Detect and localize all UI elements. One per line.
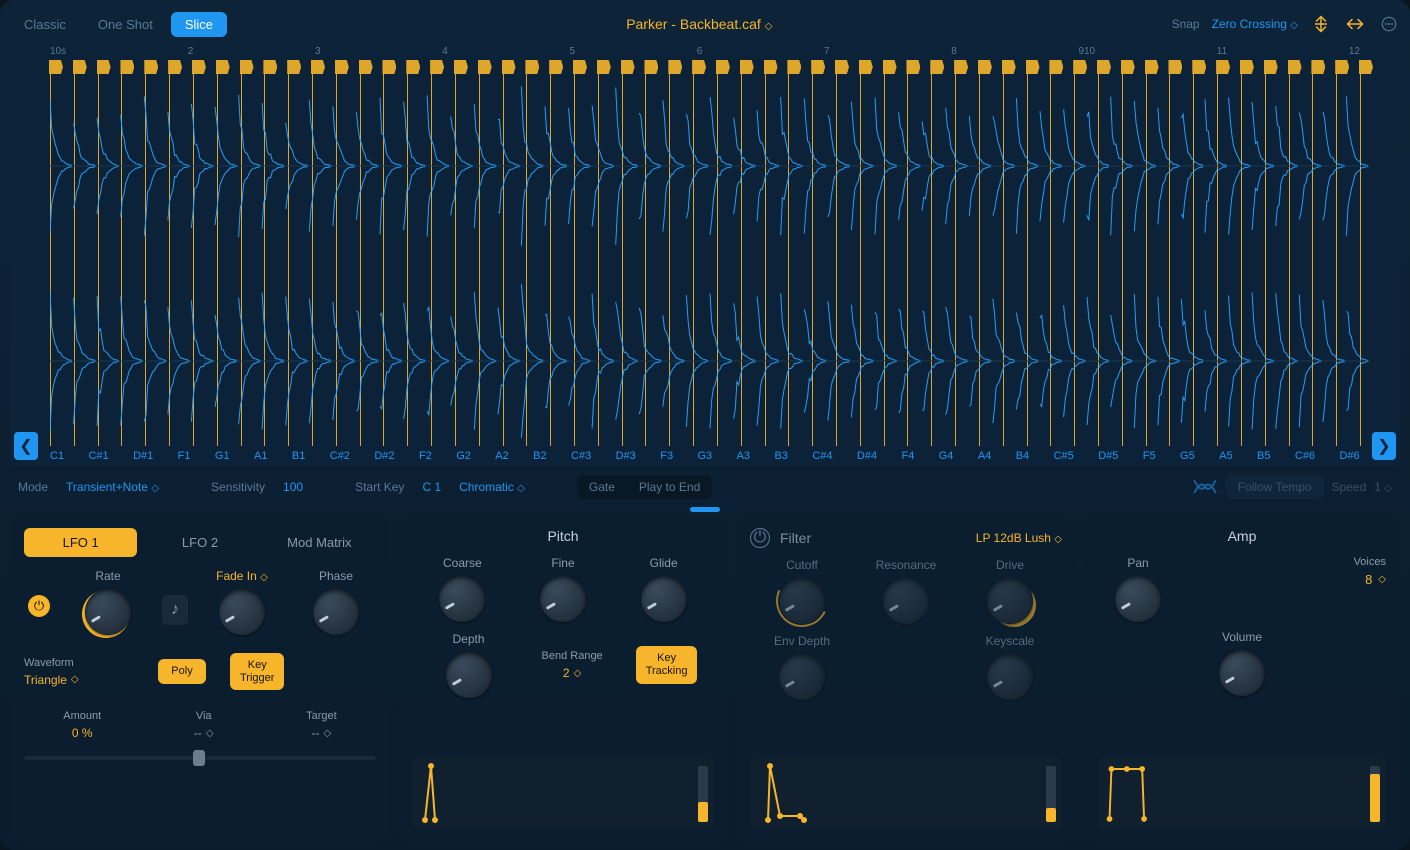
filter-power-button[interactable]: ⏻	[750, 528, 770, 548]
glide-label: Glide	[650, 556, 678, 570]
mode-select[interactable]: Transient+Note ◇	[66, 480, 159, 494]
follow-tempo-button[interactable]: Follow Tempo	[1226, 475, 1324, 499]
waveform-nav-left[interactable]: ❮	[14, 432, 38, 460]
snap-value[interactable]: Zero Crossing ◇	[1212, 17, 1298, 31]
snap-label: Snap	[1172, 17, 1200, 31]
keytracking-button[interactable]: Key Tracking	[636, 646, 698, 683]
waveform-right-channel	[50, 271, 1370, 451]
lfo-panel: LFO 1 LFO 2 Mod Matrix ⏻ Rate ♪ Fade In …	[10, 518, 390, 842]
mode-label: Mode	[18, 480, 48, 494]
target-select[interactable]: -- ◇	[312, 726, 332, 740]
filter-panel: ⏻ Filter LP 12dB Lush ◇ Cutoff Resonance…	[736, 518, 1076, 842]
waveform-nav-right[interactable]: ❯	[1372, 432, 1396, 460]
startkey-label: Start Key	[355, 480, 404, 494]
filter-envelope[interactable]	[750, 758, 1062, 828]
crossfade-icon[interactable]	[1192, 476, 1218, 498]
speed-label: Speed	[1332, 480, 1367, 494]
coarse-knob[interactable]	[439, 576, 485, 622]
target-label: Target	[306, 710, 337, 722]
phase-knob[interactable]	[313, 589, 359, 635]
sync-note-button[interactable]: ♪	[162, 595, 188, 625]
horizontal-scrollbar[interactable]	[10, 504, 1400, 514]
bendrange-value[interactable]: 2 ◇	[563, 666, 581, 680]
cutoff-label: Cutoff	[786, 558, 818, 572]
amp-title: Amp	[1098, 528, 1386, 544]
drive-label: Drive	[996, 558, 1024, 572]
voices-label: Voices	[1354, 556, 1386, 568]
horizontal-autofit-icon[interactable]	[1344, 13, 1366, 35]
filter-mode-select[interactable]: LP 12dB Lush ◇	[976, 531, 1062, 545]
keytrigger-button[interactable]: Key Trigger	[230, 653, 284, 690]
coarse-label: Coarse	[443, 556, 482, 570]
resonance-label: Resonance	[876, 558, 937, 572]
amount-value[interactable]: 0 %	[72, 726, 93, 740]
fadein-knob[interactable]	[219, 589, 265, 635]
keyscale-label: Keyscale	[986, 634, 1035, 648]
startkey-value[interactable]: C 1	[422, 480, 441, 494]
vertical-autofit-icon[interactable]	[1310, 13, 1332, 35]
file-name[interactable]: Parker - Backbeat.caf ◇	[233, 16, 1166, 32]
speed-value[interactable]: 1 ◇	[1374, 480, 1392, 494]
note-labels: C1C#1D#1F1G1A1B1C#2D#2F2G2A2B2C#3D#3F3G3…	[50, 450, 1360, 462]
rate-label: Rate	[95, 569, 120, 583]
envdepth-knob[interactable]	[779, 654, 825, 700]
depth-knob[interactable]	[446, 652, 492, 698]
filter-title: Filter	[780, 530, 811, 546]
tab-lfo2[interactable]: LFO 2	[143, 528, 256, 557]
voices-value[interactable]: 8◇	[1365, 572, 1386, 587]
via-select[interactable]: -- ◇	[194, 726, 214, 740]
pitch-title: Pitch	[412, 528, 714, 544]
drive-knob[interactable]	[987, 578, 1033, 624]
sensitivity-value[interactable]: 100	[283, 480, 303, 494]
pan-knob[interactable]	[1115, 576, 1161, 622]
mode-tab-oneshot[interactable]: One Shot	[84, 12, 167, 37]
envdepth-label: Env Depth	[774, 634, 830, 648]
waveform-left-channel	[50, 76, 1370, 256]
sensitivity-label: Sensitivity	[211, 480, 265, 494]
mode-tab-slice[interactable]: Slice	[171, 12, 227, 37]
volume-knob[interactable]	[1219, 650, 1265, 696]
lfo-power-button[interactable]: ⏻	[28, 595, 50, 617]
resonance-knob[interactable]	[883, 578, 929, 624]
waveform-display[interactable]: 10s23456789101112 C1C#1D#1F1G1A1B1C#2D#2…	[10, 46, 1400, 466]
waveform-select[interactable]: Triangle ◇	[24, 673, 79, 687]
gate-button[interactable]: Gate	[577, 475, 627, 499]
amp-panel: Amp Pan Voices 8◇ Volume	[1084, 518, 1400, 842]
cutoff-knob[interactable]	[779, 578, 825, 624]
tab-modmatrix[interactable]: Mod Matrix	[263, 528, 376, 557]
glide-knob[interactable]	[641, 576, 687, 622]
mode-tab-classic[interactable]: Classic	[10, 12, 80, 37]
pan-label: Pan	[1127, 556, 1148, 570]
rate-knob[interactable]	[85, 589, 131, 635]
phase-label: Phase	[319, 569, 353, 583]
amp-envelope[interactable]	[1098, 758, 1386, 828]
waveform-label: Waveform	[24, 657, 74, 669]
playtoend-button[interactable]: Play to End	[627, 475, 712, 499]
fadein-label[interactable]: Fade In ◇	[216, 569, 268, 583]
keyscale-knob[interactable]	[987, 654, 1033, 700]
chromatic-select[interactable]: Chromatic ◇	[459, 480, 525, 494]
tab-lfo1[interactable]: LFO 1	[24, 528, 137, 557]
pitch-envelope[interactable]	[412, 758, 714, 828]
pitch-panel: Pitch Coarse Fine Glide Depth Bend Range…	[398, 518, 728, 842]
bendrange-label: Bend Range	[542, 650, 603, 662]
depth-label: Depth	[452, 632, 484, 646]
amount-slider[interactable]	[24, 748, 376, 768]
more-icon[interactable]	[1378, 13, 1400, 35]
file-chevron-icon: ◇	[765, 21, 773, 32]
fine-label: Fine	[551, 556, 574, 570]
poly-button[interactable]: Poly	[158, 659, 206, 684]
slice-param-strip: Mode Transient+Note ◇ Sensitivity 100 St…	[10, 470, 1400, 504]
via-label: Via	[196, 710, 212, 722]
amount-label: Amount	[63, 710, 101, 722]
fine-knob[interactable]	[540, 576, 586, 622]
mode-tabs: Classic One Shot Slice	[10, 12, 227, 37]
volume-label: Volume	[1222, 630, 1262, 644]
